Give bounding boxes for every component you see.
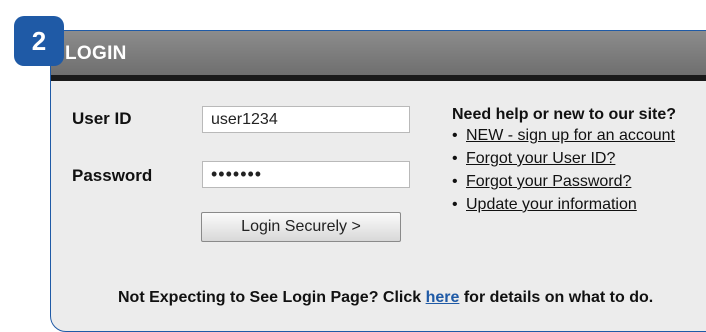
forgot-password-link[interactable]: Forgot your Password? bbox=[466, 173, 631, 190]
list-item: • NEW - sign up for an account bbox=[452, 127, 675, 150]
list-item: • Forgot your User ID? bbox=[452, 150, 675, 173]
footer-here-link[interactable]: here bbox=[426, 289, 460, 306]
bullet: • bbox=[452, 173, 458, 190]
header-divider bbox=[51, 75, 706, 81]
login-securely-button[interactable]: Login Securely > bbox=[201, 212, 401, 242]
list-item: • Forgot your Password? bbox=[452, 173, 675, 196]
footer-text-before: Not Expecting to See Login Page? Click bbox=[118, 289, 426, 306]
footer-text-after: for details on what to do. bbox=[459, 289, 654, 306]
bullet: • bbox=[452, 127, 458, 144]
step-number-badge: 2 bbox=[14, 16, 64, 66]
password-input[interactable] bbox=[202, 161, 410, 188]
user-id-label: User ID bbox=[72, 109, 132, 128]
login-title: LOGIN bbox=[65, 43, 127, 64]
sign-up-link[interactable]: NEW - sign up for an account bbox=[466, 127, 675, 144]
help-links-list: • NEW - sign up for an account • Forgot yo… bbox=[452, 127, 675, 219]
update-information-link[interactable]: Update your information bbox=[466, 196, 637, 213]
bullet: • bbox=[452, 150, 458, 167]
user-id-input[interactable] bbox=[202, 106, 410, 133]
bullet: • bbox=[452, 196, 458, 213]
help-title: Need help or new to our site? bbox=[452, 106, 677, 123]
list-item: • Update your information bbox=[452, 196, 675, 219]
forgot-user-id-link[interactable]: Forgot your User ID? bbox=[466, 150, 615, 167]
login-header: LOGIN bbox=[51, 31, 706, 75]
password-label: Password bbox=[72, 166, 153, 185]
footer-message: Not Expecting to See Login Page? Click h… bbox=[118, 289, 653, 307]
